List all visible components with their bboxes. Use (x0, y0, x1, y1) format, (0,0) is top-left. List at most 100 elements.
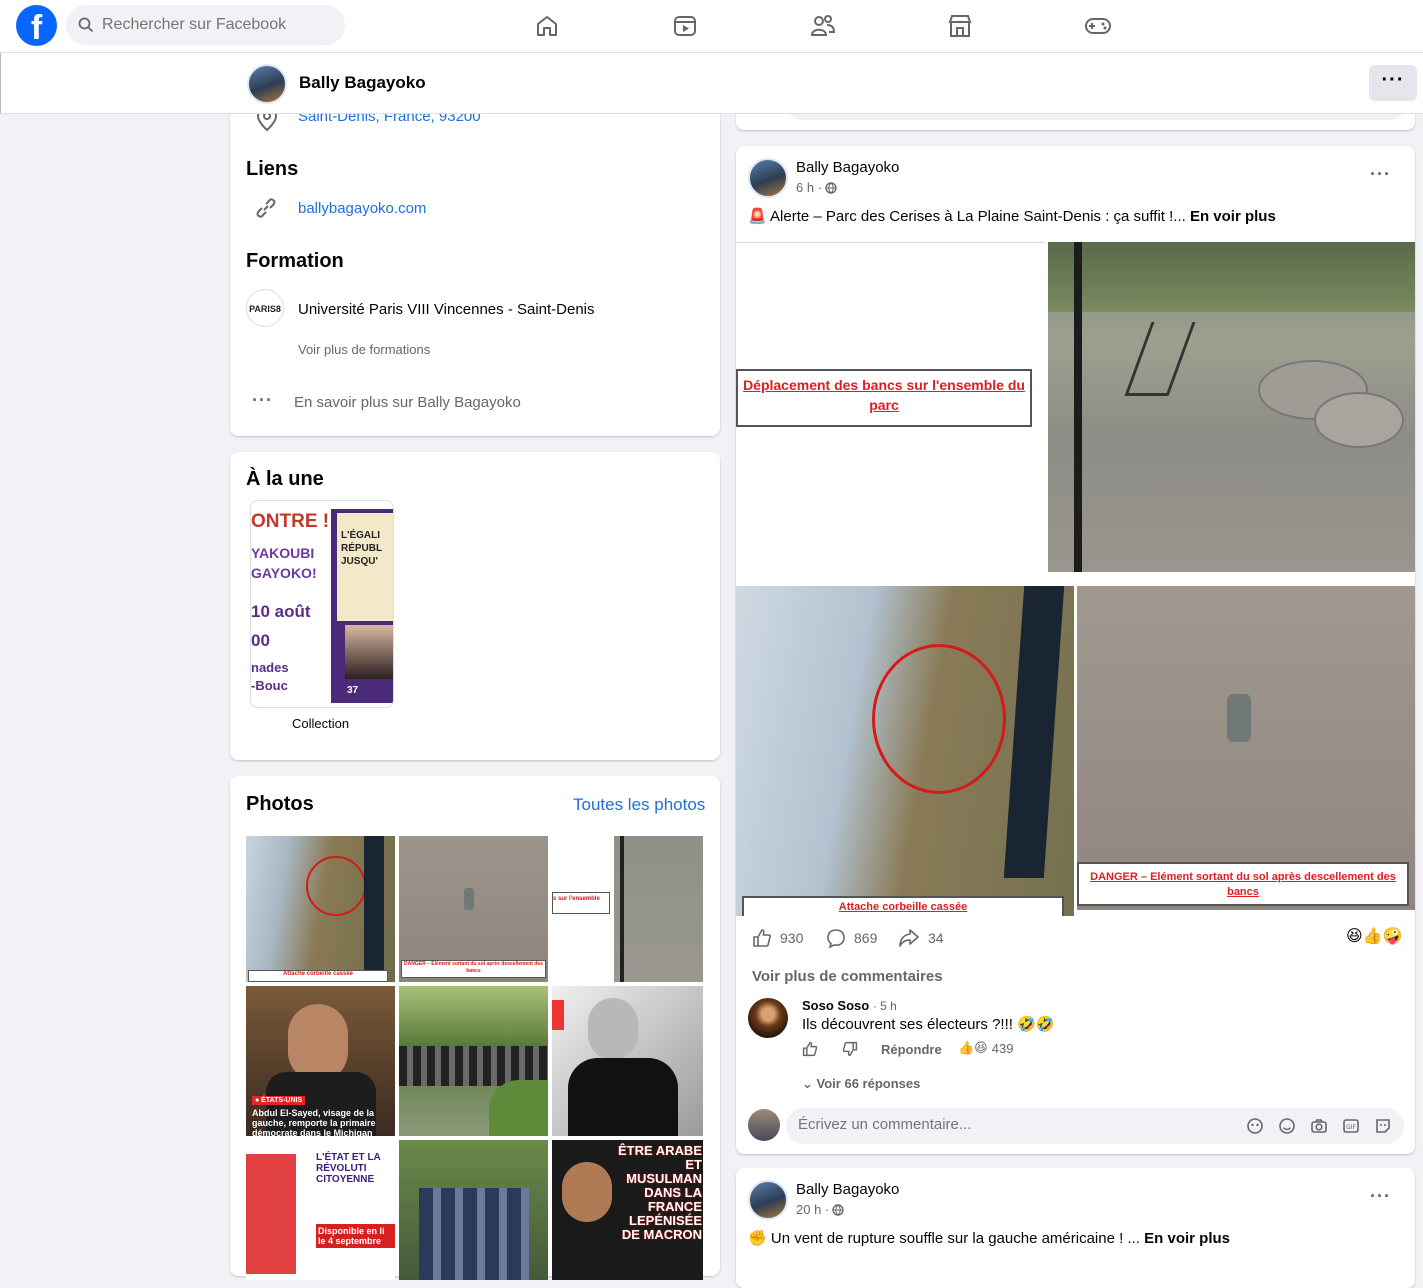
photo-thumb-1[interactable]: Attache corbeille cassée (246, 836, 395, 982)
photo-thumb-7[interactable]: L'ÉTAT ET LA RÉVOLUTI CITOYENNE Disponib… (246, 1140, 395, 1280)
collection-label: Collection (292, 716, 350, 731)
share-count: 34 (928, 930, 944, 946)
photo-thumb-3[interactable]: s sur l'ensemble (552, 836, 703, 982)
avatar-sticker-icon[interactable] (1246, 1117, 1264, 1135)
links-heading: Liens (246, 158, 299, 180)
photo-thumb-6[interactable] (552, 986, 703, 1136)
post2-emoji: ✊ (748, 1230, 767, 1247)
comment-reaction-count: 439 (991, 1040, 1014, 1056)
school-name[interactable]: Université Paris VIII Vincennes - Saint-… (298, 301, 595, 318)
sticker-icon[interactable] (1374, 1117, 1392, 1135)
post-image-3[interactable]: Attache corbeille cassée (736, 586, 1074, 916)
chevron-down-icon: ⌄ (802, 1076, 813, 1091)
marketplace-icon (948, 15, 972, 37)
home-icon (537, 16, 557, 36)
comment-time[interactable]: · 5 h (873, 999, 897, 1013)
photo-thumb-9[interactable]: ÊTRE ARABE ET MUSULMAN DANS LA FRANCE LE… (552, 1140, 703, 1280)
more-comments-link[interactable]: Voir plus de commentaires (752, 968, 943, 985)
friends-icon (810, 15, 836, 36)
all-photos-link[interactable]: Toutes les photos (573, 795, 705, 815)
post2-author-avatar[interactable] (748, 1180, 788, 1220)
comment-reactions[interactable]: 👍😆 439 (958, 1040, 1013, 1056)
photo-thumb-8[interactable] (399, 1140, 548, 1280)
nav-video[interactable] (668, 10, 702, 42)
comment-dislike-icon[interactable] (842, 1041, 858, 1057)
top-navigation-bar: f (0, 0, 1423, 53)
post-body-text: Alerte – Parc des Cerises à La Plaine Sa… (770, 208, 1186, 225)
comment-text: Ils découvrent ses électeurs ?!!! 🤣🤣 (802, 1016, 1055, 1033)
current-user-avatar[interactable] (748, 1109, 780, 1141)
share-icon (899, 929, 919, 947)
comment-input-box[interactable]: GIF (786, 1108, 1404, 1144)
reply-button[interactable]: Répondre (881, 1042, 942, 1057)
post-emoji: 🚨 (748, 208, 767, 225)
education-heading: Formation (246, 250, 344, 272)
post2-time[interactable]: 20 h · (796, 1202, 829, 1217)
globe-icon (832, 1203, 844, 1216)
profile-name[interactable]: Bally Bagayoko (299, 73, 426, 93)
featured-card: À la une ONTRE ! YAKOUBI GAYOKO! 10 août… (230, 452, 720, 760)
like-icon (753, 929, 771, 947)
cover-right-panel: L'ÉGALI RÉPUBL JUSQU' 37 (331, 509, 393, 703)
search-icon (78, 17, 94, 33)
photo-thumb-2[interactable]: DANGER – Elément sortant du sol après de… (399, 836, 548, 982)
post-card-2: Bally Bagayoko 20 h · ··· ✊ Un vent de r… (736, 1168, 1415, 1288)
cover-text-left: ONTRE ! (251, 511, 330, 532)
gaming-icon (1085, 18, 1111, 34)
nav-home[interactable] (530, 10, 564, 42)
website-link[interactable]: ballybagayoko.com (298, 200, 426, 217)
video-icon (674, 16, 696, 36)
post2-body-text: Un vent de rupture souffle sur la gauche… (770, 1230, 1140, 1247)
gif-icon[interactable]: GIF (1342, 1117, 1360, 1135)
post-image-4[interactable]: DANGER – Elément sortant du sol après de… (1077, 586, 1415, 910)
post2-see-more-link[interactable]: En voir plus (1144, 1230, 1230, 1247)
intro-card: Saint-Denis, France, 93200 Liens ballyba… (230, 90, 720, 436)
nav-friends[interactable] (806, 10, 840, 42)
share-action[interactable]: 34 (898, 928, 944, 948)
like-count: 930 (780, 930, 804, 946)
search-input[interactable] (102, 16, 322, 34)
photos-heading: Photos (246, 793, 314, 815)
like-action[interactable]: 930 (752, 928, 803, 948)
comment-count: 869 (854, 930, 878, 946)
view-replies-link[interactable]: ⌄ Voir 66 réponses (802, 1076, 920, 1092)
profile-more-button[interactable]: ··· (1369, 65, 1417, 101)
more-education-link[interactable]: Voir plus de formations (298, 342, 430, 357)
profile-avatar[interactable] (247, 64, 287, 104)
post-author-name[interactable]: Bally Bagayoko (796, 159, 899, 176)
commenter-avatar[interactable] (748, 998, 788, 1038)
post-card: Bally Bagayoko 6 h · ··· 🚨 Alerte – Parc… (736, 146, 1415, 1154)
commenter-name[interactable]: Soso Soso (802, 998, 869, 1013)
post-image-1[interactable]: Déplacement des bancs sur l'ensemble du … (736, 242, 1045, 572)
school-logo: PARIS8 (246, 289, 284, 327)
profile-sticky-header: Bally Bagayoko ··· (0, 53, 1423, 114)
featured-heading: À la une (246, 468, 324, 490)
post-options-icon[interactable]: ··· (1370, 164, 1391, 185)
svg-text:GIF: GIF (1346, 1124, 1356, 1131)
comment-icon (827, 929, 845, 948)
comment-like-icon[interactable] (802, 1041, 818, 1057)
featured-collection-cover[interactable]: ONTRE ! YAKOUBI GAYOKO! 10 août 00 nades… (250, 500, 394, 708)
link-icon (256, 198, 276, 218)
search-box[interactable] (66, 5, 345, 45)
nav-marketplace[interactable] (943, 10, 977, 42)
comment-action[interactable]: 869 (826, 928, 877, 948)
comment-input[interactable] (798, 1116, 1218, 1133)
post-author-avatar[interactable] (748, 158, 788, 198)
post2-author-name[interactable]: Bally Bagayoko (796, 1181, 899, 1198)
more-dots-icon: ··· (252, 390, 273, 410)
about-more-link[interactable]: En savoir plus sur Bally Bagayoko (294, 394, 521, 411)
facebook-logo-icon[interactable]: f (16, 5, 57, 46)
post-image-2[interactable] (1048, 242, 1415, 572)
photo-thumb-5[interactable] (399, 986, 548, 1136)
camera-icon[interactable] (1310, 1117, 1328, 1135)
photo-thumb-4[interactable]: ● ÉTATS-UNIS Abdul El-Sayed, visage de l… (246, 986, 395, 1136)
reaction-summary-icons[interactable]: 😆👍🤪 (1346, 926, 1403, 946)
see-more-link[interactable]: En voir plus (1190, 208, 1276, 225)
nav-gaming[interactable] (1081, 10, 1115, 42)
photos-card: Photos Toutes les photos Attache corbeil… (230, 776, 720, 1280)
emoji-icon[interactable] (1278, 1117, 1296, 1135)
post2-options-icon[interactable]: ··· (1370, 1186, 1391, 1207)
globe-icon (825, 181, 837, 194)
post-time[interactable]: 6 h · (796, 180, 822, 195)
